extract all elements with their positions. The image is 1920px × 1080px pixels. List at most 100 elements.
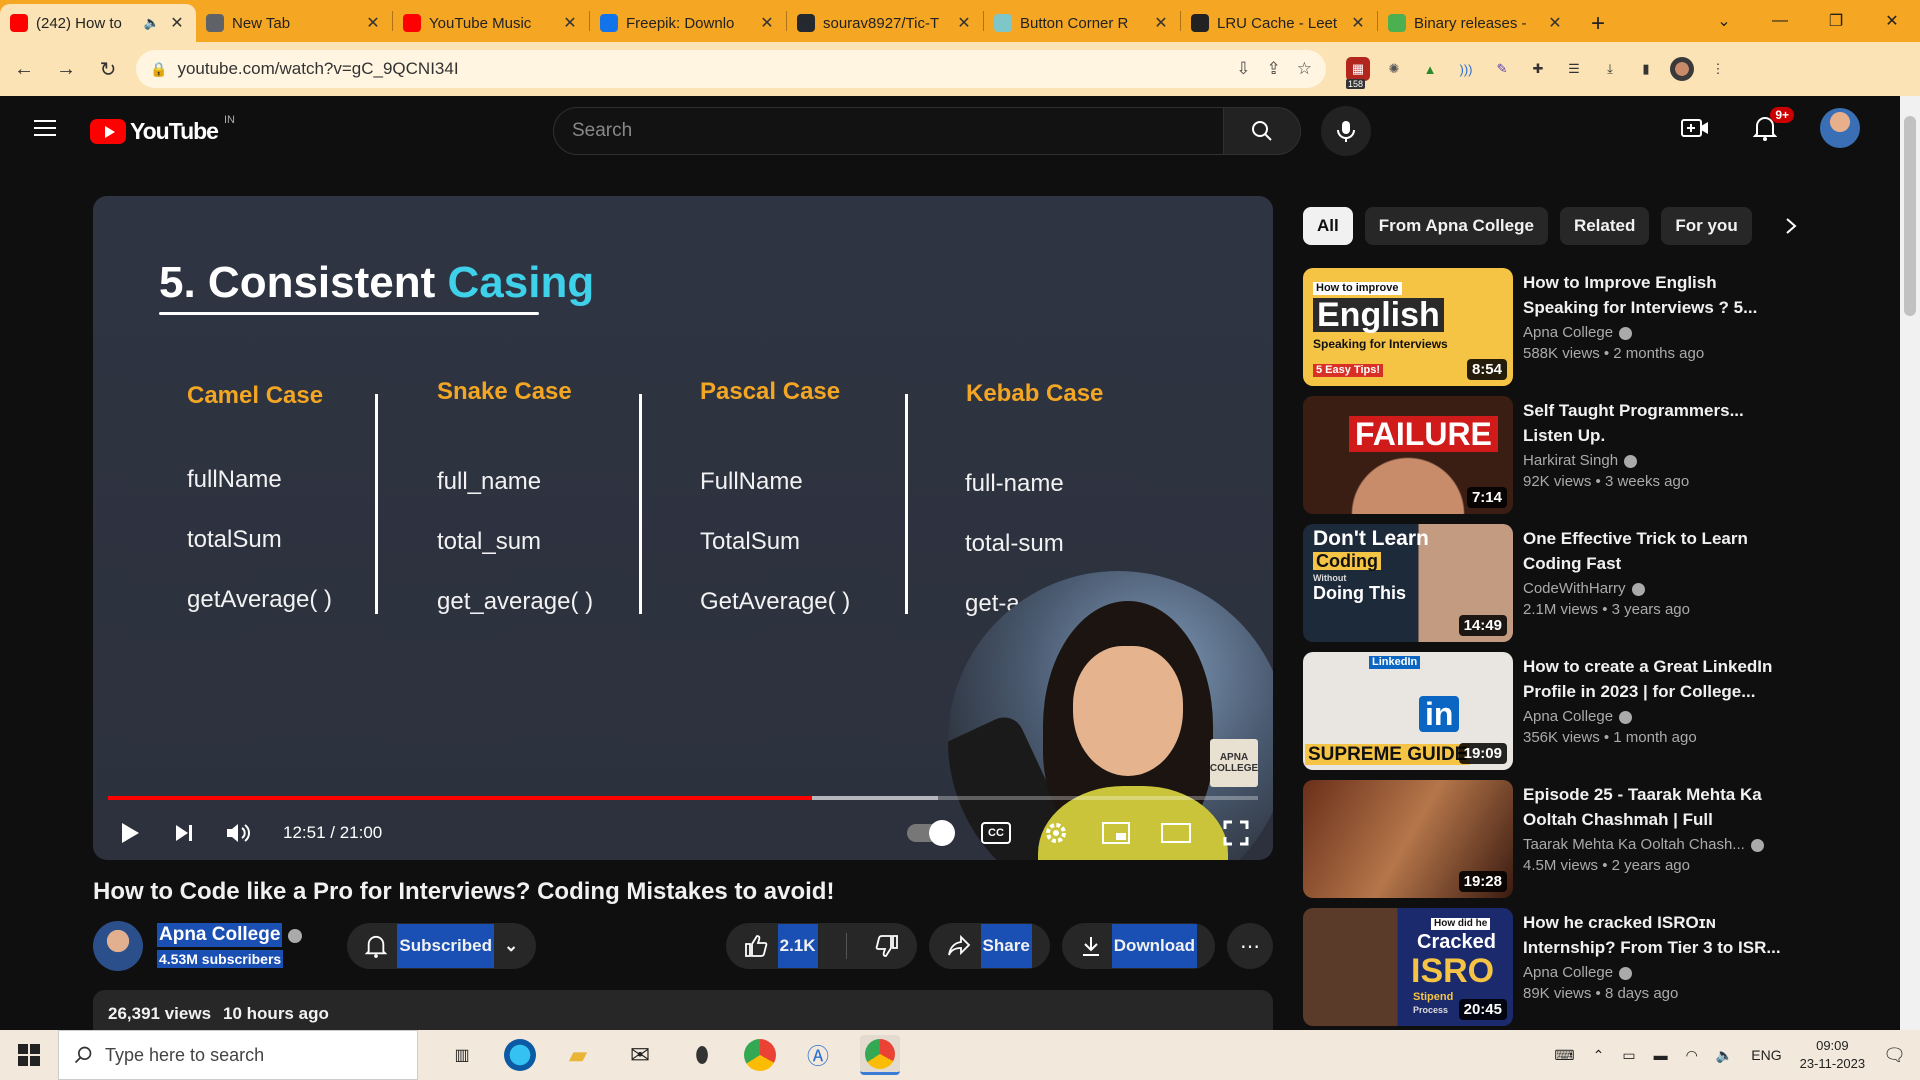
recommendation-item[interactable]: 19:28 Episode 25 - Taarak Mehta Ka Oolta…: [1303, 780, 1783, 900]
search-input[interactable]: [572, 120, 1205, 142]
recommendation-item[interactable]: How to improve English Speaking for Inte…: [1303, 268, 1783, 388]
subscribed-button[interactable]: Subscribed ⌄: [347, 923, 537, 969]
youtube-logo[interactable]: YouTube IN: [90, 114, 235, 145]
browser-tab[interactable]: sourav8927/Tic-T ✕: [787, 4, 983, 42]
video-thumbnail[interactable]: Don't Learn Coding Without Doing This 14…: [1303, 524, 1513, 642]
chip-from-channel[interactable]: From Apna College: [1364, 207, 1548, 245]
chip-for-you[interactable]: For you: [1661, 207, 1752, 245]
minimize-button[interactable]: —: [1752, 0, 1808, 42]
search-button[interactable]: [1223, 107, 1301, 155]
page-scrollbar[interactable]: [1900, 96, 1920, 1030]
task-view-icon[interactable]: ▥: [442, 1035, 482, 1075]
scrollbar-thumb[interactable]: [1904, 116, 1916, 316]
settings-button[interactable]: [1041, 818, 1071, 848]
start-button[interactable]: [0, 1030, 58, 1080]
tab-audio-icon[interactable]: 🔈: [144, 15, 160, 31]
close-tab-icon[interactable]: ✕: [561, 13, 579, 33]
play-button[interactable]: [115, 818, 145, 848]
chips-next-button[interactable]: [1772, 207, 1810, 245]
recommendation-item[interactable]: FAILURE 7:14 Self Taught Programmers... …: [1303, 396, 1783, 516]
android-extension-icon[interactable]: ▲: [1418, 57, 1442, 81]
notification-center-icon[interactable]: 🗨: [1883, 1045, 1906, 1066]
url-text[interactable]: youtube.com/watch?v=gC_9QCNI34I: [177, 59, 458, 79]
video-player[interactable]: 5. Consistent Casing Camel Case fullName…: [93, 196, 1273, 860]
recommendation-title[interactable]: Episode 25 - Taarak Mehta Ka Ooltah Chas…: [1523, 782, 1783, 832]
restore-button[interactable]: ❐: [1808, 0, 1864, 42]
puzzle-extensions-icon[interactable]: ✚: [1526, 57, 1550, 81]
guide-menu-icon[interactable]: [34, 120, 56, 136]
clock[interactable]: 09:09 23-11-2023: [1800, 1037, 1866, 1073]
browser-tab[interactable]: Freepik: Downlo ✕: [590, 4, 786, 42]
app-store-icon[interactable]: Ⓐ: [798, 1035, 838, 1075]
shield-app-icon[interactable]: ⬮: [682, 1035, 722, 1075]
tab-search-button[interactable]: ⌄: [1696, 0, 1752, 42]
battery-icon[interactable]: ▬: [1654, 1047, 1668, 1063]
close-tab-icon[interactable]: ✕: [1349, 13, 1367, 33]
side-panel-icon[interactable]: ▮: [1634, 57, 1658, 81]
voice-search-button[interactable]: [1321, 106, 1371, 156]
more-actions-button[interactable]: ⋯: [1227, 923, 1273, 969]
miniplayer-button[interactable]: [1101, 818, 1131, 848]
bug-extension-icon[interactable]: ✺: [1382, 57, 1406, 81]
keyboard-icon[interactable]: ⌨: [1554, 1047, 1574, 1064]
notifications-button[interactable]: 9+: [1750, 107, 1794, 143]
chrome-icon[interactable]: [744, 1039, 776, 1071]
browser-tab[interactable]: (242) How to 🔈 ✕: [0, 4, 196, 42]
download-button[interactable]: Download: [1061, 923, 1215, 969]
speaker-icon[interactable]: 🔈: [1716, 1047, 1733, 1064]
recommendation-item[interactable]: How did he Cracked ISRO Stipend Process …: [1303, 908, 1783, 1028]
show-hidden-icons-icon[interactable]: ⌃: [1593, 1047, 1605, 1064]
next-button[interactable]: [169, 818, 199, 848]
video-thumbnail[interactable]: LinkedIn in SUPREME GUIDE 19:09: [1303, 652, 1513, 770]
taskbar-search[interactable]: Type here to search: [58, 1030, 418, 1080]
recommendation-title[interactable]: How to create a Great LinkedIn Profile i…: [1523, 654, 1783, 704]
recommendation-title[interactable]: One Effective Trick to Learn Coding Fast: [1523, 526, 1783, 576]
chrome-active-icon[interactable]: [860, 1035, 900, 1075]
read-aloud-extension-icon[interactable]: ))): [1454, 57, 1478, 81]
recommendation-item[interactable]: LinkedIn in SUPREME GUIDE 19:09 How to c…: [1303, 652, 1783, 772]
close-tab-icon[interactable]: ✕: [758, 13, 776, 33]
browser-tab[interactable]: Button Corner R ✕: [984, 4, 1180, 42]
share-page-icon[interactable]: ⇪: [1267, 59, 1281, 79]
fullscreen-button[interactable]: [1221, 818, 1251, 848]
bookmark-star-icon[interactable]: ☆: [1297, 59, 1312, 79]
new-tab-button[interactable]: +: [1580, 6, 1616, 42]
subtitles-button[interactable]: CC: [981, 822, 1011, 844]
profile-avatar-icon[interactable]: [1670, 57, 1694, 81]
close-tab-icon[interactable]: ✕: [1546, 13, 1564, 33]
video-thumbnail[interactable]: FAILURE 7:14: [1303, 396, 1513, 514]
recommendation-title[interactable]: How to Improve English Speaking for Inte…: [1523, 270, 1783, 320]
back-button[interactable]: ←: [10, 55, 38, 83]
channel-avatar[interactable]: [93, 921, 143, 971]
close-tab-icon[interactable]: ✕: [364, 13, 382, 33]
install-icon[interactable]: ⇩: [1236, 59, 1250, 79]
language-indicator[interactable]: ENG: [1751, 1047, 1781, 1063]
device-icon[interactable]: ▭: [1622, 1047, 1635, 1064]
browser-menu-icon[interactable]: ⋮: [1706, 57, 1730, 81]
pen-extension-icon[interactable]: ✎: [1490, 57, 1514, 81]
edge-browser-icon[interactable]: [504, 1039, 536, 1071]
browser-tab[interactable]: LRU Cache - Leet ✕: [1181, 4, 1377, 42]
dislike-button[interactable]: [857, 923, 917, 969]
file-explorer-icon[interactable]: ▰: [558, 1035, 598, 1075]
chip-related[interactable]: Related: [1559, 207, 1650, 245]
omnibox[interactable]: 🔒 youtube.com/watch?v=gC_9QCNI34I ⇩ ⇪ ☆: [136, 50, 1326, 88]
close-tab-icon[interactable]: ✕: [1152, 13, 1170, 33]
account-avatar[interactable]: [1820, 108, 1860, 148]
forward-button[interactable]: →: [52, 55, 80, 83]
recommendation-title[interactable]: Self Taught Programmers... Listen Up.: [1523, 398, 1783, 448]
channel-name[interactable]: Apna College: [157, 923, 283, 947]
theater-mode-button[interactable]: [1161, 818, 1191, 848]
video-thumbnail[interactable]: 19:28: [1303, 780, 1513, 898]
create-video-button[interactable]: [1680, 113, 1710, 143]
share-button[interactable]: Share: [928, 923, 1050, 969]
browser-tab[interactable]: New Tab ✕: [196, 4, 392, 42]
wifi-icon[interactable]: ◠: [1686, 1047, 1698, 1064]
browser-tab[interactable]: Binary releases - ✕: [1378, 4, 1574, 42]
close-tab-icon[interactable]: ✕: [955, 13, 973, 33]
close-tab-icon[interactable]: ✕: [168, 13, 186, 33]
browser-tab[interactable]: YouTube Music ✕: [393, 4, 589, 42]
calendar-extension-icon[interactable]: ▦ 158: [1346, 57, 1370, 89]
video-thumbnail[interactable]: How did he Cracked ISRO Stipend Process …: [1303, 908, 1513, 1026]
recommendation-title[interactable]: How he cracked ISROɪɴ Internship? From T…: [1523, 910, 1783, 960]
